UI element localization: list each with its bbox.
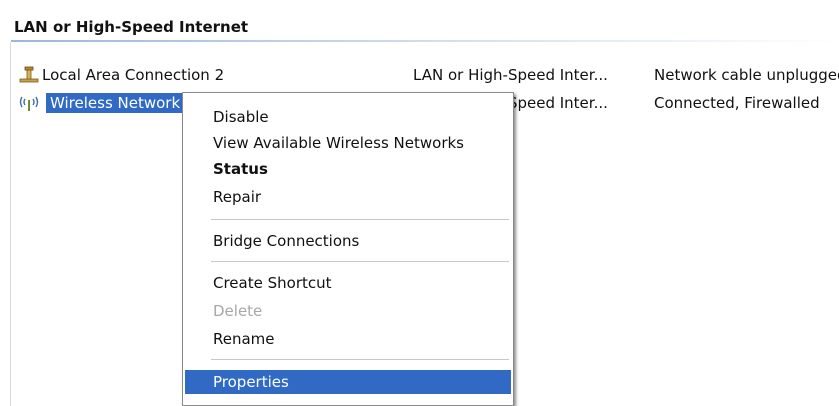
menu-item-bridge-connections[interactable]: Bridge Connections [185,229,511,253]
connection-status: Connected, Firewalled [654,94,820,112]
lan-connection-icon [18,66,40,84]
connection-status: Network cable unplugged [654,66,839,84]
menu-item-create-shortcut[interactable]: Create Shortcut [185,271,511,295]
menu-item-view-wireless-networks[interactable]: View Available Wireless Networks [185,131,511,155]
menu-separator [211,359,509,360]
menu-item-status[interactable]: Status [185,157,511,181]
wireless-connection-icon [18,94,40,112]
menu-item-delete[interactable]: Delete [185,299,511,323]
group-divider [11,40,839,42]
menu-item-properties[interactable]: Properties [185,370,511,394]
group-header: LAN or High-Speed Internet [14,18,249,36]
connection-type: LAN or High-Speed Inter... [413,66,608,84]
menu-separator [211,219,509,220]
connection-row-local-area[interactable]: Local Area Connection 2 LAN or High-Spee… [0,64,839,86]
menu-item-rename[interactable]: Rename [185,327,511,351]
menu-item-repair[interactable]: Repair [185,185,511,209]
menu-separator [211,261,509,262]
context-menu: Disable View Available Wireless Networks… [182,92,514,406]
connection-name: Local Area Connection 2 [42,66,225,84]
menu-item-disable[interactable]: Disable [185,105,511,129]
